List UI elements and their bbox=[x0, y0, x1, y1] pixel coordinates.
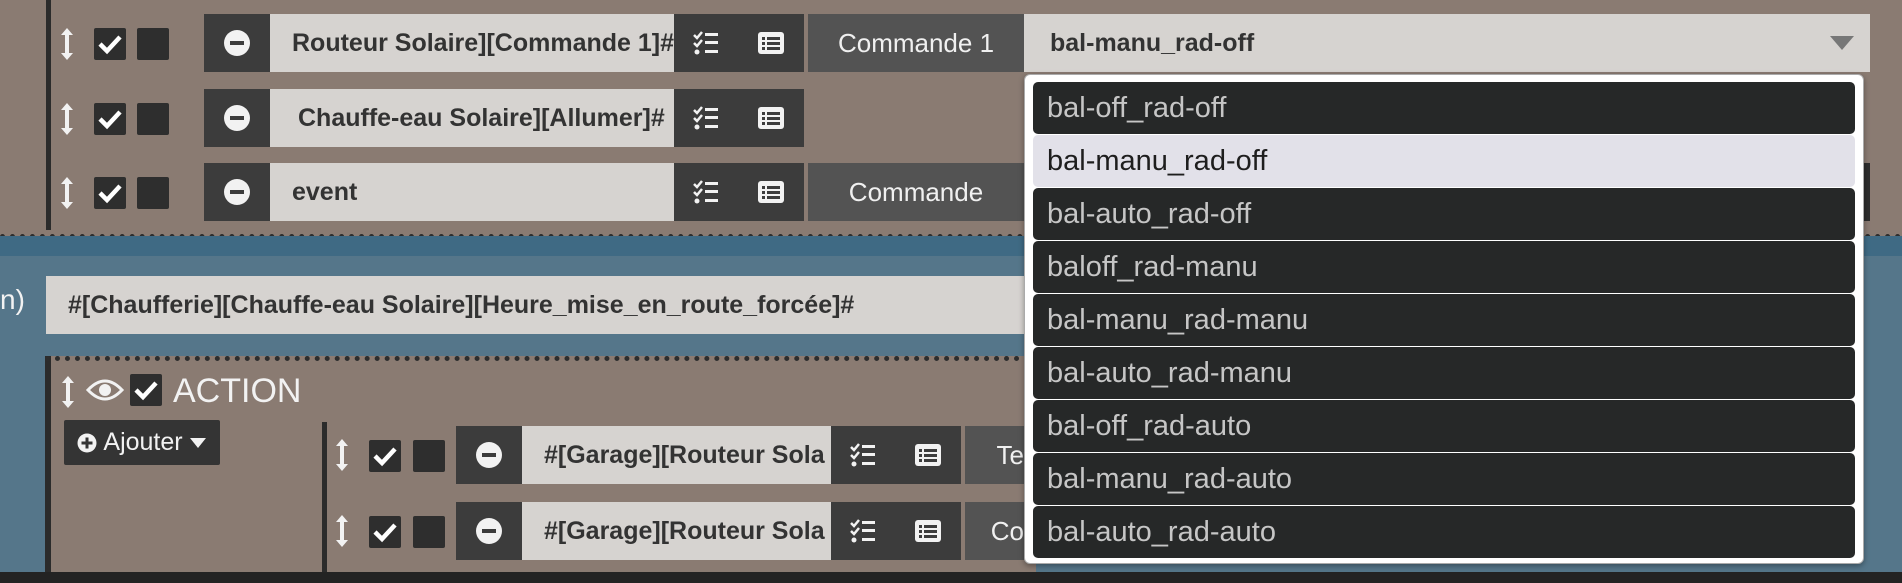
select-command-button[interactable] bbox=[831, 502, 895, 560]
add-action-button[interactable]: Ajouter bbox=[64, 420, 220, 465]
dropdown-option[interactable]: bal-off_rad-off bbox=[1033, 82, 1855, 134]
eye-icon[interactable] bbox=[85, 376, 125, 404]
enable-checkbox[interactable] bbox=[369, 516, 401, 548]
command-value-dropdown: bal-off_rad-off bal-manu_rad-off bal-aut… bbox=[1024, 74, 1864, 564]
action-title: ACTION bbox=[173, 372, 302, 410]
dropdown-option[interactable]: bal-auto_rad-auto bbox=[1033, 506, 1855, 558]
move-handle-icon[interactable] bbox=[58, 26, 76, 62]
task-list-icon bbox=[850, 443, 875, 467]
dropdown-option[interactable]: bal-off_rad-auto bbox=[1033, 400, 1855, 452]
list-alt-icon bbox=[758, 181, 784, 203]
command-label: Te bbox=[965, 426, 1024, 484]
command-value-select[interactable]: bal-manu_rad-off bbox=[1024, 14, 1870, 72]
command-label: Commande bbox=[808, 163, 1024, 221]
plus-circle-icon bbox=[77, 433, 97, 452]
minus-circle-icon bbox=[476, 518, 502, 544]
minus-circle-icon bbox=[224, 179, 250, 205]
command-value-text: bal-manu_rad-off bbox=[1050, 28, 1255, 57]
remove-button[interactable] bbox=[456, 426, 522, 484]
details-button[interactable] bbox=[895, 502, 961, 560]
enable-checkbox[interactable] bbox=[94, 28, 126, 60]
checkbox-checked-icon bbox=[373, 523, 397, 543]
command-label: Commande 1 bbox=[808, 14, 1024, 72]
dropdown-option[interactable]: bal-auto_rad-manu bbox=[1033, 347, 1855, 399]
add-action-label: Ajouter bbox=[103, 428, 183, 456]
condition-expression-text: #[Chaufferie][Chauffe-eau Solaire][Heure… bbox=[68, 290, 855, 319]
condition-label: n) bbox=[0, 284, 25, 315]
select-command-button[interactable] bbox=[674, 89, 738, 147]
command-field[interactable]: #[Garage][Routeur Sola bbox=[522, 426, 831, 484]
secondary-checkbox[interactable] bbox=[413, 516, 445, 548]
bottom-bar bbox=[0, 572, 1902, 583]
command-label: Co bbox=[965, 502, 1024, 560]
caret-down-icon bbox=[189, 437, 206, 448]
remove-button[interactable] bbox=[204, 89, 270, 147]
move-handle-icon[interactable] bbox=[59, 374, 77, 410]
list-alt-icon bbox=[758, 107, 784, 129]
secondary-checkbox[interactable] bbox=[137, 28, 169, 60]
dropdown-option[interactable]: bal-manu_rad-auto bbox=[1033, 453, 1855, 505]
details-button[interactable] bbox=[738, 89, 804, 147]
command-field-text: #[Garage][Routeur Sola bbox=[544, 516, 825, 545]
select-command-button[interactable] bbox=[831, 426, 895, 484]
list-alt-icon bbox=[915, 520, 941, 542]
minus-circle-icon bbox=[224, 30, 250, 56]
command-field[interactable]: event bbox=[270, 163, 674, 221]
action-rows-border bbox=[322, 422, 327, 572]
move-handle-icon[interactable] bbox=[58, 175, 76, 211]
minus-circle-icon bbox=[224, 105, 250, 131]
task-list-icon bbox=[693, 180, 718, 204]
dropdown-option[interactable]: bal-auto_rad-off bbox=[1033, 188, 1855, 240]
top-section-left-border bbox=[46, 0, 51, 230]
remove-button[interactable] bbox=[204, 163, 270, 221]
secondary-checkbox[interactable] bbox=[137, 103, 169, 135]
command-field-text: Routeur Solaire][Commande 1]# bbox=[292, 28, 674, 57]
action-block-divider bbox=[45, 356, 1030, 361]
checkbox-checked-icon bbox=[373, 447, 397, 467]
details-button[interactable] bbox=[895, 426, 961, 484]
checkbox-checked-icon bbox=[98, 110, 122, 130]
action-enable-checkbox[interactable] bbox=[130, 374, 162, 406]
checkbox-checked-icon bbox=[98, 184, 122, 204]
checkbox-checked-icon bbox=[134, 381, 158, 401]
command-field-text: Chauffe-eau Solaire][Allumer]# bbox=[298, 103, 665, 132]
select-command-button[interactable] bbox=[674, 14, 738, 72]
secondary-checkbox[interactable] bbox=[413, 440, 445, 472]
task-list-icon bbox=[850, 519, 875, 543]
dropdown-option[interactable]: baloff_rad-manu bbox=[1033, 241, 1855, 293]
enable-checkbox[interactable] bbox=[94, 103, 126, 135]
task-list-icon bbox=[693, 106, 718, 130]
move-handle-icon[interactable] bbox=[333, 437, 351, 473]
list-alt-icon bbox=[758, 32, 784, 54]
command-field-text: #[Garage][Routeur Sola bbox=[544, 440, 825, 469]
command-field[interactable]: #[Garage][Routeur Sola bbox=[522, 502, 831, 560]
dropdown-option[interactable]: bal-manu_rad-manu bbox=[1033, 294, 1855, 346]
list-alt-icon bbox=[915, 444, 941, 466]
minus-circle-icon bbox=[476, 442, 502, 468]
task-list-icon bbox=[693, 31, 718, 55]
details-button[interactable] bbox=[738, 14, 804, 72]
command-field[interactable]: Routeur Solaire][Commande 1]# bbox=[270, 14, 674, 72]
dropdown-option-selected[interactable]: bal-manu_rad-off bbox=[1033, 135, 1855, 187]
enable-checkbox[interactable] bbox=[369, 440, 401, 472]
caret-down-icon bbox=[1830, 36, 1854, 50]
secondary-checkbox[interactable] bbox=[137, 177, 169, 209]
enable-checkbox[interactable] bbox=[94, 177, 126, 209]
remove-button[interactable] bbox=[456, 502, 522, 560]
remove-button[interactable] bbox=[204, 14, 270, 72]
move-handle-icon[interactable] bbox=[58, 101, 76, 137]
select-command-button[interactable] bbox=[674, 163, 738, 221]
checkbox-checked-icon bbox=[98, 35, 122, 55]
command-field-text: event bbox=[292, 177, 358, 206]
details-button[interactable] bbox=[738, 163, 804, 221]
command-field[interactable]: Chauffe-eau Solaire][Allumer]# bbox=[270, 89, 674, 147]
move-handle-icon[interactable] bbox=[333, 513, 351, 549]
